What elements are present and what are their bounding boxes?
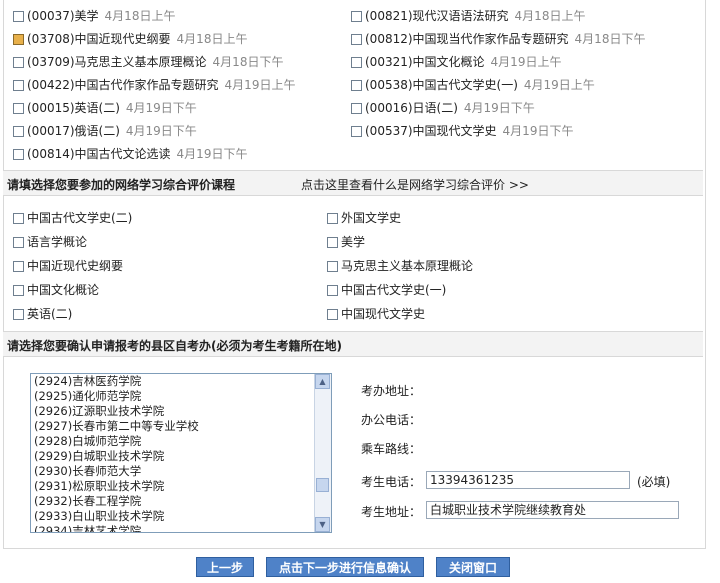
checkbox[interactable] [13, 126, 24, 137]
exam-item[interactable]: (00814)中国古代文论选读 4月19日下午 [13, 145, 247, 163]
checkbox[interactable] [327, 285, 338, 296]
section-title: 请填选择您要参加的网络学习综合评价课程 [7, 178, 236, 192]
required-note: (必填) [637, 475, 671, 489]
office-option[interactable]: (2931)松原职业技术学院 [31, 479, 331, 494]
office-listbox[interactable]: (2924)吉林医药学院 (2925)通化师范学院 (2926)辽源职业技术学院… [30, 373, 332, 533]
listbox-scrollbar[interactable]: ▲ ▼ [314, 374, 331, 532]
course-item[interactable]: 外国文学史 [327, 209, 401, 227]
section-title: 请选择您要确认申请报考的县区自考办(必须为考生考籍所在地) [7, 339, 342, 353]
next-button[interactable]: 点击下一步进行信息确认 [266, 557, 424, 577]
checkbox[interactable] [327, 213, 338, 224]
checkbox[interactable] [327, 309, 338, 320]
exam-item[interactable]: (00422)中国古代作家作品专题研究 4月19日上午 [13, 76, 295, 94]
checkbox[interactable] [13, 285, 24, 296]
course-item[interactable]: 英语(二) [13, 305, 72, 323]
scroll-down-icon[interactable]: ▼ [315, 517, 330, 532]
left-border [3, 0, 4, 548]
exam-item[interactable]: (00321)中国文化概论 4月19日上午 [351, 53, 561, 71]
scroll-up-icon[interactable]: ▲ [315, 374, 330, 389]
checkbox[interactable] [351, 11, 362, 22]
course-item[interactable]: 中国古代文学史(二) [13, 209, 132, 227]
checkbox[interactable] [13, 11, 24, 22]
bus-route-label: 乘车路线： [361, 442, 422, 456]
checkbox[interactable] [13, 237, 24, 248]
network-eval-link[interactable]: 点击这里查看什么是网络学习综合评价 >> [301, 176, 529, 193]
office-option[interactable]: (2930)长春师范大学 [31, 464, 331, 479]
prev-button[interactable]: 上一步 [196, 557, 254, 577]
office-option[interactable]: (2928)白城师范学院 [31, 434, 331, 449]
office-option[interactable]: (2927)长春市第二中等专业学校 [31, 419, 331, 434]
office-section-header: 请选择您要确认申请报考的县区自考办(必须为考生考籍所在地) [3, 331, 703, 357]
phone-label: 考生电话： [361, 475, 422, 489]
close-button[interactable]: 关闭窗口 [436, 557, 510, 577]
scroll-thumb[interactable] [316, 478, 329, 492]
checkbox[interactable] [13, 213, 24, 224]
course-item[interactable]: 中国古代文学史(一) [327, 281, 446, 299]
exam-item[interactable]: (00015)英语(二) 4月19日下午 [13, 99, 197, 117]
office-phone-label: 办公电话： [361, 413, 422, 427]
exam-item[interactable]: (00017)俄语(二) 4月19日下午 [13, 122, 197, 140]
course-item[interactable]: 美学 [327, 233, 365, 251]
checkbox[interactable] [351, 57, 362, 68]
address-input[interactable]: 白城职业技术学院继续教育处 [426, 501, 679, 519]
checkbox-checked[interactable] [13, 34, 24, 45]
network-section-header: 请填选择您要参加的网络学习综合评价课程 点击这里查看什么是网络学习综合评价 >> [3, 170, 703, 196]
course-item[interactable]: 马克思主义基本原理概论 [327, 257, 473, 275]
office-option[interactable]: (2933)白山职业技术学院 [31, 509, 331, 524]
course-item[interactable]: 中国近现代史纲要 [13, 257, 123, 275]
address-label: 考生地址： [361, 505, 422, 519]
course-item[interactable]: 中国现代文学史 [327, 305, 425, 323]
exam-item[interactable]: (03709)马克思主义基本原理概论 4月18日下午 [13, 53, 283, 71]
checkbox[interactable] [351, 126, 362, 137]
exam-item[interactable]: (00037)美学 4月18日上午 [13, 7, 175, 25]
exam-item[interactable]: (00821)现代汉语语法研究 4月18日上午 [351, 7, 585, 25]
checkbox[interactable] [351, 80, 362, 91]
exam-item[interactable]: (00016)日语(二) 4月19日下午 [351, 99, 535, 117]
bottom-divider [3, 548, 706, 549]
office-option[interactable]: (2925)通化师范学院 [31, 389, 331, 404]
course-item[interactable]: 中国文化概论 [13, 281, 99, 299]
exam-item[interactable]: (00812)中国现当代作家作品专题研究 4月18日下午 [351, 30, 645, 48]
checkbox[interactable] [351, 103, 362, 114]
office-option[interactable]: (2926)辽源职业技术学院 [31, 404, 331, 419]
checkbox[interactable] [13, 80, 24, 91]
office-option[interactable]: (2924)吉林医药学院 [31, 374, 331, 389]
office-option[interactable]: (2929)白城职业技术学院 [31, 449, 331, 464]
checkbox[interactable] [13, 103, 24, 114]
exam-item[interactable]: (03708)中国近现代史纲要 4月18日上午 [13, 30, 247, 48]
checkbox[interactable] [327, 261, 338, 272]
exam-item[interactable]: (00537)中国现代文学史 4月19日下午 [351, 122, 573, 140]
course-item[interactable]: 语言学概论 [13, 233, 87, 251]
right-border [705, 0, 706, 548]
checkbox[interactable] [13, 149, 24, 160]
office-option[interactable]: (2932)长春工程学院 [31, 494, 331, 509]
exam-address-label: 考办地址： [361, 384, 422, 398]
checkbox[interactable] [13, 57, 24, 68]
phone-input[interactable]: 13394361235 [426, 471, 630, 489]
checkbox[interactable] [13, 309, 24, 320]
checkbox[interactable] [351, 34, 362, 45]
office-option[interactable]: (2934)吉林艺术学院 [31, 524, 331, 532]
checkbox[interactable] [327, 237, 338, 248]
checkbox[interactable] [13, 261, 24, 272]
exam-item[interactable]: (00538)中国古代文学史(一) 4月19日上午 [351, 76, 595, 94]
form-frame: (00037)美学 4月18日上午 (00821)现代汉语语法研究 4月18日上午 … [3, 0, 706, 583]
